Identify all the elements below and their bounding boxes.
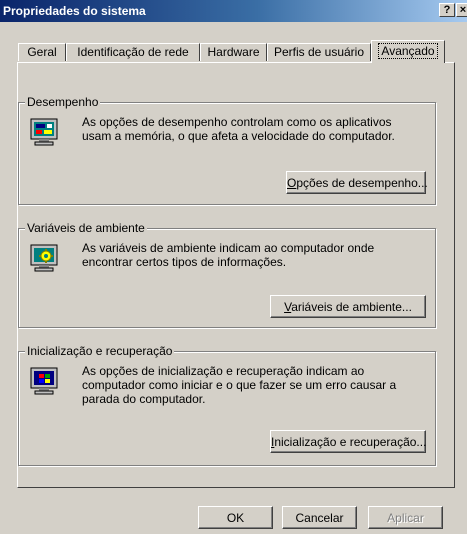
- help-button[interactable]: ?: [439, 3, 455, 17]
- description-line: computador como iniciar e o que fazer se…: [82, 378, 397, 392]
- button-hotkey: O: [287, 175, 297, 190]
- environment-description: As variáveis de ambiente indicam ao comp…: [82, 241, 422, 269]
- tab-avancado[interactable]: Avançado: [371, 40, 445, 63]
- tab-geral[interactable]: Geral: [18, 43, 66, 61]
- button-label: ariáveis de ambiente...: [291, 299, 412, 314]
- environment-gear-monitor-icon: [29, 243, 61, 275]
- tab-label: Avançado: [378, 43, 438, 59]
- environment-group: Variáveis de ambiente As variáveis de am…: [18, 221, 436, 328]
- environment-variables-button[interactable]: Variáveis de ambiente...: [270, 295, 426, 318]
- startup-recovery-button[interactable]: Inicialização e recuperação...: [270, 430, 426, 453]
- performance-options-button[interactable]: Opções de desempenho...: [286, 171, 428, 194]
- description-line: As opções de inicialização e recuperação…: [82, 364, 365, 378]
- group-legend: Variáveis de ambiente: [25, 221, 147, 235]
- group-legend: Inicialização e recuperação: [25, 344, 175, 358]
- title-bar[interactable]: Propriedades do sistema ? ×: [0, 0, 467, 22]
- description-line: As opções de desempenho controlam como o…: [82, 115, 392, 129]
- description-line: As variáveis de ambiente indicam ao comp…: [82, 241, 375, 255]
- description-line: parada do computador.: [82, 392, 206, 406]
- close-button[interactable]: ×: [456, 3, 467, 17]
- tab-perfis-de-usuario[interactable]: Perfis de usuário: [267, 43, 371, 61]
- performance-monitor-icon: [29, 117, 61, 149]
- tab-hardware[interactable]: Hardware: [200, 43, 267, 61]
- performance-description: As opções de desempenho controlam como o…: [82, 115, 422, 143]
- startup-recovery-group: Inicialização e recuperação As opções de…: [18, 344, 436, 466]
- ok-button[interactable]: OK: [198, 506, 273, 529]
- button-label: pções de desempenho...: [296, 175, 428, 190]
- tab-label: Geral: [27, 45, 57, 59]
- tab-label: Hardware: [207, 45, 260, 59]
- group-legend: Desempenho: [25, 95, 101, 109]
- tab-label: Identificação de rede: [77, 45, 189, 59]
- window-title: Propriedades do sistema: [3, 4, 146, 18]
- tab-label: Perfis de usuário: [273, 45, 365, 59]
- windows-monitor-icon: [29, 366, 61, 398]
- cancel-button[interactable]: Cancelar: [282, 506, 357, 529]
- description-line: usam a memória, o que afeta a velocidade…: [82, 129, 395, 143]
- startup-description: As opções de inicialização e recuperação…: [82, 364, 422, 406]
- performance-group: Desempenho As opções de desempenho contr…: [18, 95, 436, 205]
- tab-identificacao-de-rede[interactable]: Identificação de rede: [66, 43, 200, 61]
- apply-button: Aplicar: [368, 506, 443, 529]
- description-line: encontrar certos tipos de informações.: [82, 255, 287, 269]
- button-label: nicialização e recuperação...: [274, 434, 427, 449]
